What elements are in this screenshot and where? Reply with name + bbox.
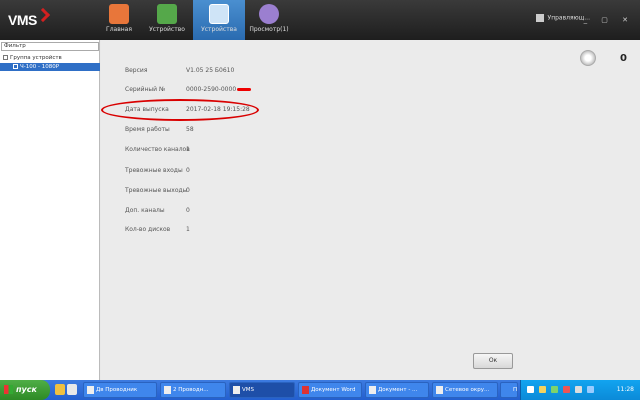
taskbar-item-vms[interactable]: VMS	[229, 382, 295, 398]
taskbar-item[interactable]: Документ - ...	[365, 382, 429, 398]
tray-icon[interactable]	[563, 386, 570, 393]
taskbar-item[interactable]: П	[500, 382, 518, 398]
device-tree-panel: Фильтр Группа устройств Ч-100 - 1080Р	[0, 40, 100, 380]
config-icon	[209, 4, 229, 24]
network-tray-icon[interactable]	[587, 386, 594, 393]
app-logo: VMS	[8, 12, 37, 28]
alarm-bell-icon[interactable]	[580, 50, 596, 66]
preview-icon	[259, 4, 279, 24]
device-icon	[157, 4, 177, 24]
ok-button[interactable]: Ок	[473, 353, 513, 369]
app-header: VMS Главная Устройство Устройства Просмо…	[0, 0, 640, 40]
volume-icon[interactable]	[575, 386, 582, 393]
taskbar-item[interactable]: 2 Проводн...	[160, 382, 226, 398]
module-tab-home[interactable]: Главная	[93, 0, 145, 40]
folder-icon	[87, 386, 94, 394]
taskbar-item[interactable]: Дв Проводник	[83, 382, 157, 398]
start-button[interactable]: пуск	[0, 380, 50, 400]
taskbar-item[interactable]: Сетевое окру...	[432, 382, 498, 398]
highlight-ellipse	[101, 99, 259, 121]
module-tab-devices[interactable]: Устройства	[193, 0, 245, 40]
system-tray: 11:28	[520, 380, 640, 400]
tree-filter-input[interactable]: Фильтр	[1, 42, 99, 51]
tray-icon[interactable]	[551, 386, 558, 393]
tray-language-icon[interactable]	[527, 386, 534, 393]
camera-icon	[13, 64, 18, 69]
window-controls[interactable]: _ ▢ ✕	[584, 16, 634, 24]
network-icon	[436, 386, 443, 394]
module-tab-preview[interactable]: Просмотр(1)	[243, 0, 295, 40]
taskbar-item[interactable]: Документ Word	[298, 382, 362, 398]
windows-taskbar: пуск Дв Проводник 2 Проводн... VMS Докум…	[0, 380, 640, 400]
document-icon	[302, 386, 309, 394]
tree-root-group[interactable]: Группа устройств	[0, 54, 100, 62]
module-tab-device[interactable]: Устройство	[141, 0, 193, 40]
logo-chevron-icon	[35, 7, 51, 23]
document-icon	[369, 386, 376, 394]
home-icon	[109, 4, 129, 24]
app-icon	[233, 386, 240, 394]
tray-icon[interactable]	[539, 386, 546, 393]
tree-item-device[interactable]: Ч-100 - 1080Р	[0, 63, 100, 71]
quicklaunch-ie-icon[interactable]	[55, 384, 65, 395]
quicklaunch-desktop-icon[interactable]	[67, 384, 77, 395]
alarm-count: 0	[620, 53, 627, 64]
device-info-panel: Версия V1.05 25 Б0610 Серийный № 0000-25…	[101, 40, 640, 380]
folder-icon	[164, 386, 171, 394]
expand-icon[interactable]	[3, 55, 8, 60]
user-menu[interactable]: Управляющ...	[535, 14, 590, 22]
clock[interactable]: 11:28	[617, 386, 634, 393]
user-icon	[535, 14, 544, 22]
redaction-mark	[237, 88, 252, 91]
